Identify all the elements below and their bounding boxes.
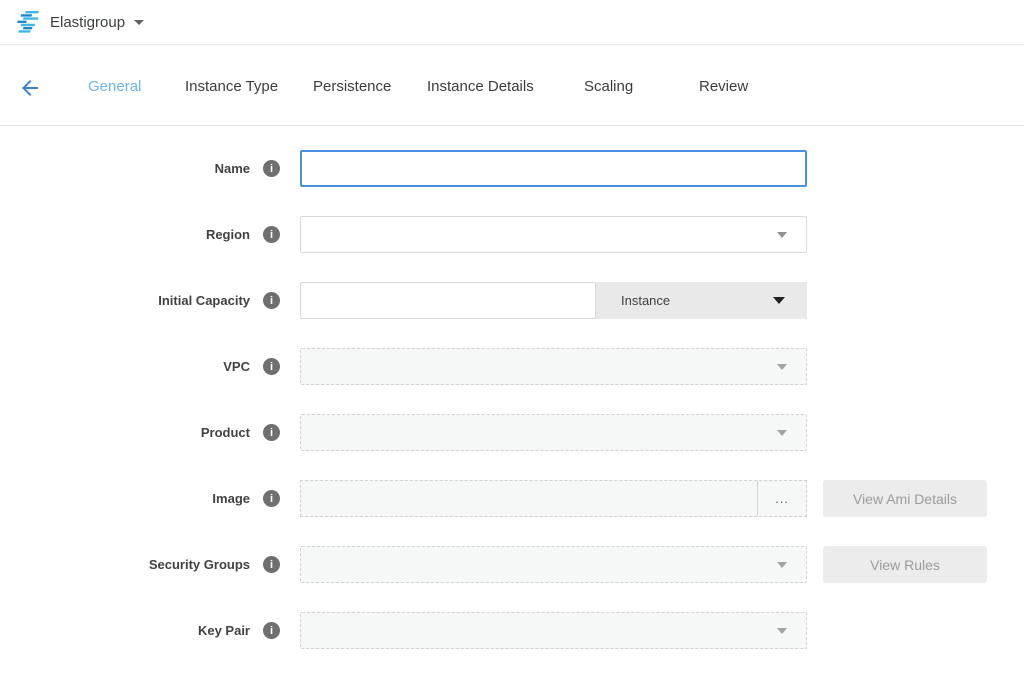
region-info-icon[interactable]: i	[263, 226, 280, 243]
name-label: Name	[0, 161, 250, 176]
region-select[interactable]	[300, 216, 807, 253]
name-info-icon[interactable]: i	[263, 160, 280, 177]
chevron-down-icon	[777, 562, 787, 568]
image-info-icon[interactable]: i	[263, 490, 280, 507]
vpc-label: VPC	[0, 359, 250, 374]
general-settings-form: Name i Region i Initial Capacity i Insta…	[0, 126, 1024, 649]
security-groups-label: Security Groups	[0, 557, 250, 572]
back-arrow-icon[interactable]	[18, 76, 42, 100]
key-pair-info-icon[interactable]: i	[263, 622, 280, 639]
form-row-image: Image i ... View Ami Details	[0, 480, 1024, 517]
name-input[interactable]	[300, 150, 807, 187]
topbar: Elastigroup	[0, 0, 1024, 45]
chevron-down-icon	[773, 297, 785, 304]
view-rules-button[interactable]: View Rules	[823, 546, 987, 583]
vpc-info-icon[interactable]: i	[263, 358, 280, 375]
tab-scaling[interactable]: Scaling	[584, 78, 633, 95]
tab-general[interactable]: General	[88, 78, 141, 95]
region-label: Region	[0, 227, 250, 242]
image-value	[301, 481, 757, 516]
form-row-vpc: VPC i	[0, 348, 1024, 385]
app-title: Elastigroup	[50, 14, 125, 31]
key-pair-select	[300, 612, 807, 649]
security-groups-info-icon[interactable]: i	[263, 556, 280, 573]
tab-instance-type[interactable]: Instance Type	[185, 78, 278, 95]
image-picker-field: ...	[300, 480, 807, 517]
key-pair-label: Key Pair	[0, 623, 250, 638]
chevron-down-icon	[777, 628, 787, 634]
chevron-down-icon	[777, 430, 787, 436]
form-row-initial-capacity: Initial Capacity i Instance	[0, 282, 1024, 319]
vpc-select	[300, 348, 807, 385]
tab-review[interactable]: Review	[699, 78, 748, 95]
product-label: Product	[0, 425, 250, 440]
tab-persistence[interactable]: Persistence	[313, 78, 391, 95]
app-switcher-chevron-down-icon[interactable]	[134, 20, 144, 25]
image-label: Image	[0, 491, 250, 506]
product-select	[300, 414, 807, 451]
capacity-unit-select[interactable]: Instance	[596, 282, 807, 319]
initial-capacity-input[interactable]	[300, 282, 596, 319]
capacity-unit-value: Instance	[621, 293, 670, 308]
form-row-product: Product i	[0, 414, 1024, 451]
tab-instance-details[interactable]: Instance Details	[427, 78, 534, 95]
wizard-tabbar: General Instance Type Persistence Instan…	[0, 45, 1024, 126]
product-info-icon[interactable]: i	[263, 424, 280, 441]
elastigroup-logo-icon	[14, 10, 40, 34]
chevron-down-icon	[777, 232, 787, 238]
chevron-down-icon	[777, 364, 787, 370]
image-browse-button[interactable]: ...	[757, 481, 806, 516]
initial-capacity-info-icon[interactable]: i	[263, 292, 280, 309]
form-row-security-groups: Security Groups i View Rules	[0, 546, 1024, 583]
form-row-name: Name i	[0, 150, 1024, 187]
initial-capacity-label: Initial Capacity	[0, 293, 250, 308]
view-ami-details-button[interactable]: View Ami Details	[823, 480, 987, 517]
form-row-key-pair: Key Pair i	[0, 612, 1024, 649]
security-groups-select	[300, 546, 807, 583]
form-row-region: Region i	[0, 216, 1024, 253]
